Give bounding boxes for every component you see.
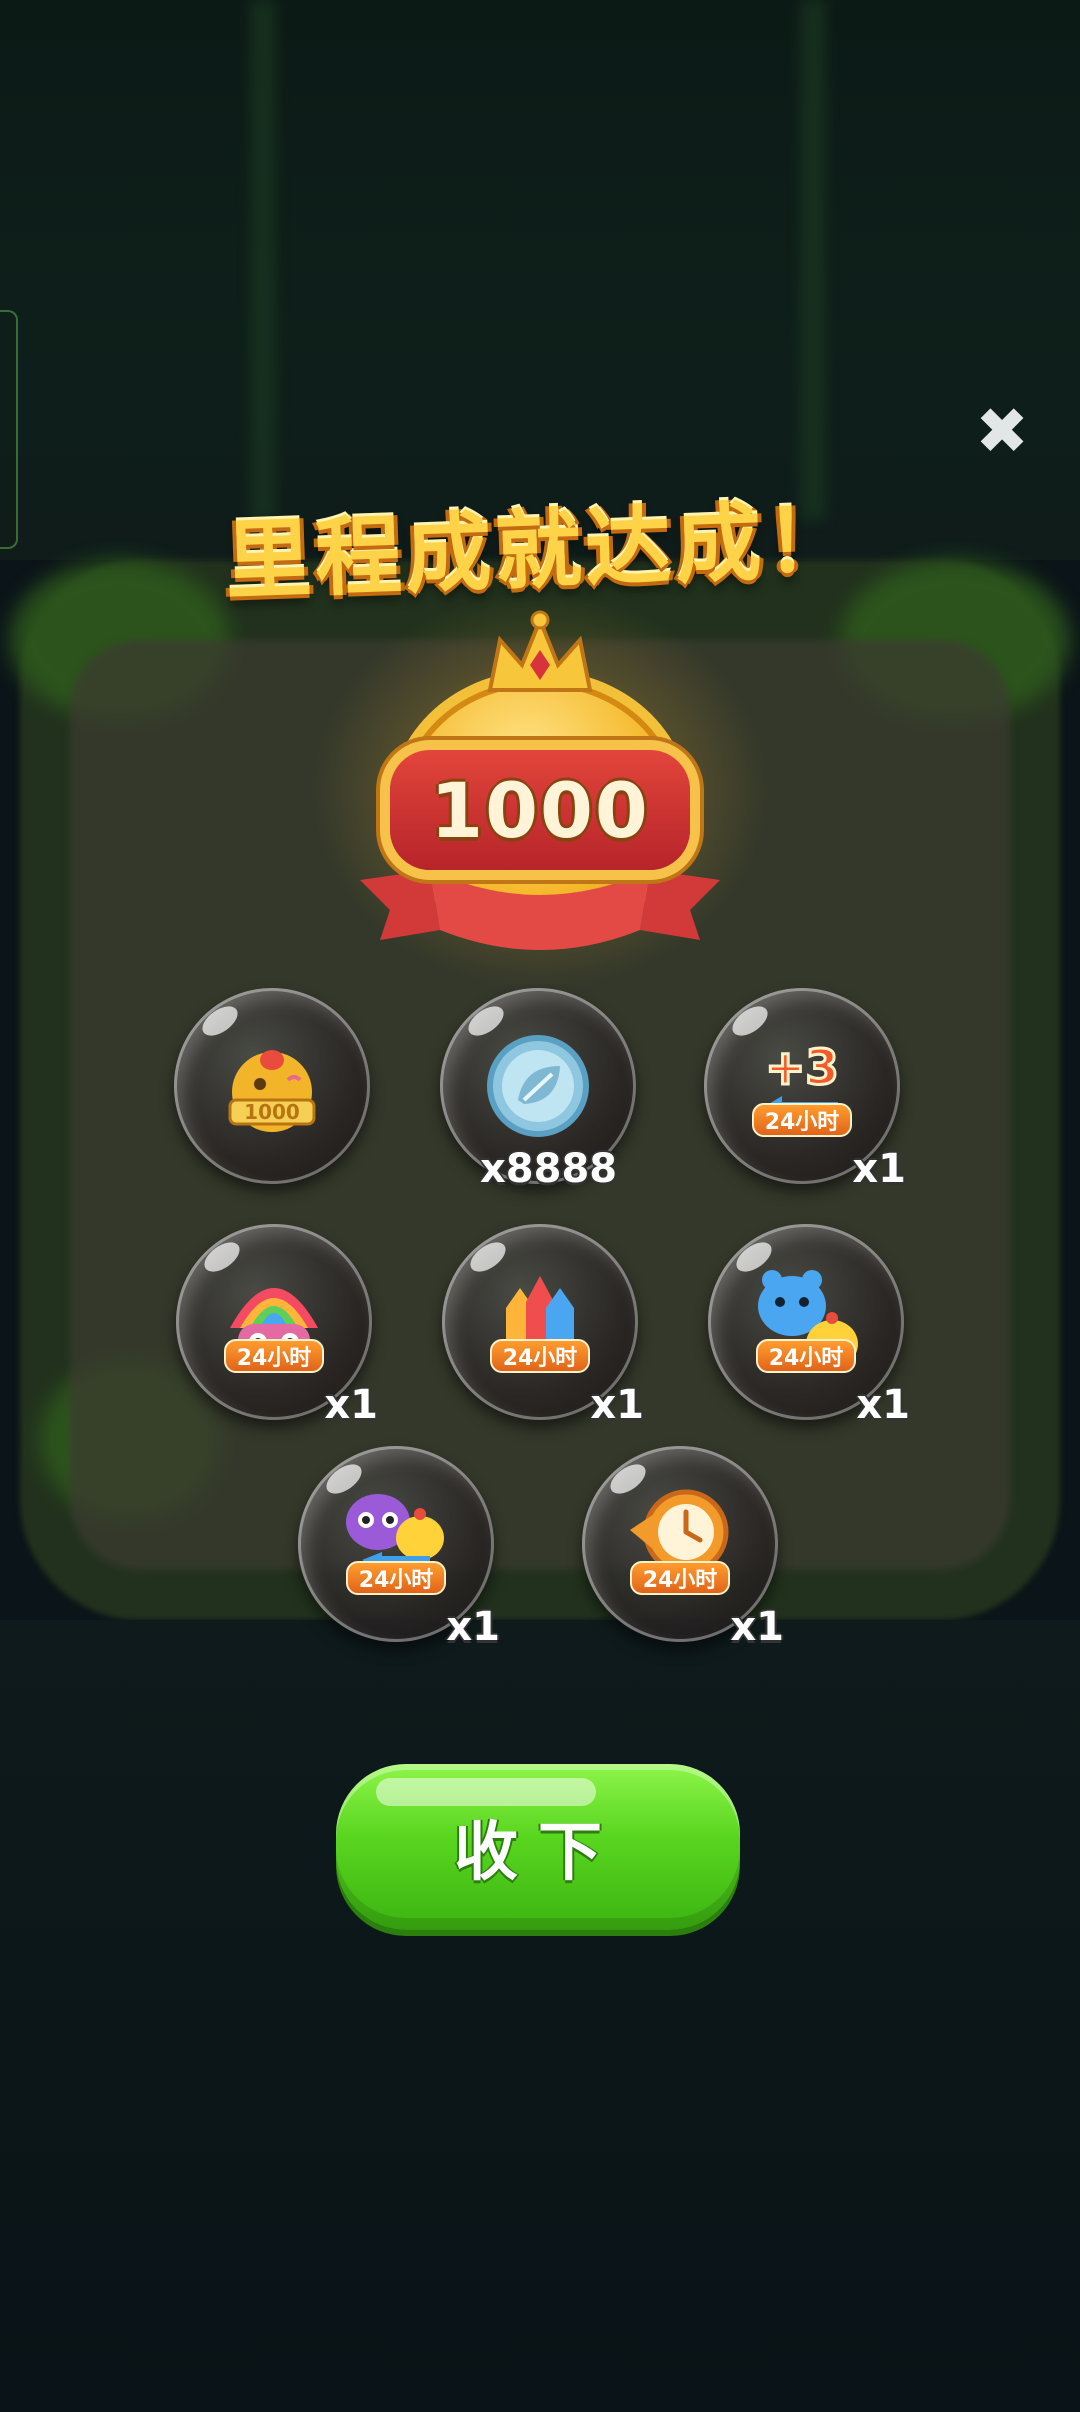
duration-tag: 24小时 bbox=[756, 1339, 856, 1373]
duration-tag: 24小时 bbox=[224, 1339, 324, 1373]
collect-button[interactable]: 收下 bbox=[336, 1764, 740, 1930]
reward-quantity: x1 bbox=[856, 1382, 910, 1428]
duration-tag: 24小时 bbox=[346, 1561, 446, 1595]
svg-text:1000: 1000 bbox=[244, 1100, 300, 1124]
duration-tag: 24小时 bbox=[490, 1339, 590, 1373]
milestone-badge: 1000 bbox=[310, 590, 770, 990]
background-game-board bbox=[0, 0, 1080, 2412]
duration-tag: 24小时 bbox=[752, 1103, 852, 1137]
reward-quantity: x1 bbox=[324, 1382, 378, 1428]
reward-quantity: x8888 bbox=[480, 1146, 618, 1192]
reward-quantity: x1 bbox=[852, 1146, 906, 1192]
crown-icon bbox=[487, 610, 593, 692]
ribbon-icon bbox=[360, 870, 720, 950]
reward-quantity: x1 bbox=[590, 1382, 644, 1428]
leaf-coin-icon bbox=[487, 1035, 589, 1137]
reward-purple-owl-chick: 24小时 x1 bbox=[298, 1446, 500, 1650]
reward-time-clock: 24小时 x1 bbox=[582, 1446, 784, 1650]
reward-plus3-moves: +3 24小时 x1 bbox=[704, 988, 906, 1192]
reward-leaf-coin: x8888 bbox=[440, 988, 636, 1192]
chicken-1000-trophy-icon: 1000 bbox=[228, 1050, 316, 1132]
close-icon: ✖ bbox=[975, 395, 1029, 469]
reward-quantity: x1 bbox=[730, 1604, 784, 1650]
reward-rainbow-owl: 24小时 x1 bbox=[176, 1224, 378, 1428]
reward-chicken-trophy: 1000 bbox=[174, 988, 370, 1184]
milestone-plate: 1000 bbox=[390, 750, 690, 870]
reward-blue-bear-chick: 24小时 x1 bbox=[708, 1224, 910, 1428]
reward-firework-rockets: 24小时 x1 bbox=[442, 1224, 644, 1428]
milestone-value: 1000 bbox=[430, 765, 650, 855]
reward-quantity: x1 bbox=[446, 1604, 500, 1650]
close-button[interactable]: ✖ bbox=[972, 395, 1032, 469]
svg-text:+3: +3 bbox=[765, 1040, 839, 1096]
duration-tag: 24小时 bbox=[630, 1561, 730, 1595]
collect-button-label: 收下 bbox=[454, 1816, 622, 1890]
